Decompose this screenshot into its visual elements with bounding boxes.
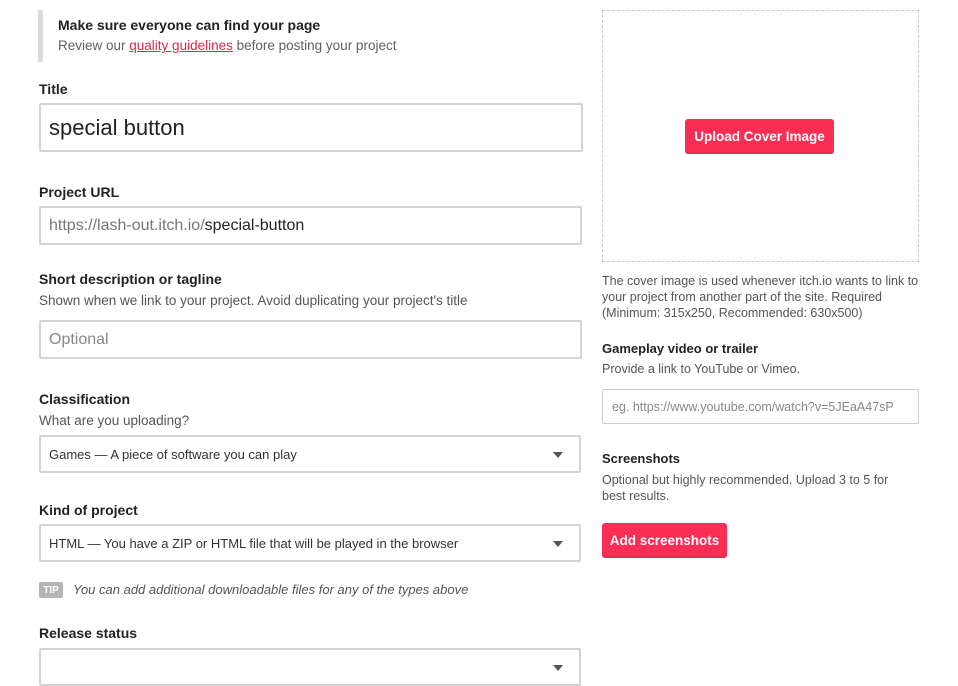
classification-label: Classification [39,391,131,407]
video-url-input[interactable]: eg. https://www.youtube.com/watch?v=5JEa… [602,389,919,424]
quality-guidelines-link[interactable]: quality guidelines [129,38,233,53]
release-status-select[interactable] [39,648,581,686]
tagline-input[interactable]: Optional [39,320,582,359]
notice-text-before: Review our [58,38,130,53]
video-help: Provide a link to YouTube or Vimeo. [602,362,801,376]
url-prefix: https://lash-out.itch.io/ [49,216,205,234]
classification-help: What are you uploading? [39,413,190,428]
title-input[interactable]: special button [39,103,583,152]
tip-text: You can add additional downloadable file… [73,582,469,597]
cover-help: The cover image is used whenever itch.io… [602,274,919,320]
release-status-label: Release status [39,625,138,641]
url-slug: special-button [204,216,305,234]
tagline-placeholder: Optional [49,330,109,348]
notice-text: Review our quality guidelines before pos… [58,38,396,53]
tagline-help: Shown when we link to your project. Avoi… [39,293,468,308]
notice-title: Make sure everyone can find your page [58,17,321,33]
tip-badge: TIP [39,582,63,598]
upload-cover-image-button[interactable]: Upload Cover Image [685,119,834,154]
classification-value: Games — A piece of software you can play [49,446,297,462]
chevron-down-icon [553,665,563,671]
kind-select[interactable]: HTML — You have a ZIP or HTML file that … [39,524,581,562]
video-label: Gameplay video or trailer [602,341,759,356]
chevron-down-icon [553,452,563,458]
project-url-input[interactable]: https://lash-out.itch.io/special-button [39,206,582,245]
title-label: Title [39,81,68,97]
notice-text-after: before posting your project [232,38,397,53]
screenshots-label: Screenshots [602,451,681,466]
chevron-down-icon [553,541,563,547]
video-url-placeholder: eg. https://www.youtube.com/watch?v=5JEa… [612,399,894,414]
add-screenshots-button[interactable]: Add screenshots [602,523,727,558]
kind-label: Kind of project [39,502,138,518]
classification-select[interactable]: Games — A piece of software you can play [39,435,581,473]
tagline-label: Short description or tagline [39,271,222,287]
screenshots-help: Optional but highly recommended. Upload … [602,473,889,503]
quality-notice: Make sure everyone can find your page Re… [38,10,578,62]
project-url-label: Project URL [39,184,120,200]
kind-value: HTML — You have a ZIP or HTML file that … [49,535,459,551]
